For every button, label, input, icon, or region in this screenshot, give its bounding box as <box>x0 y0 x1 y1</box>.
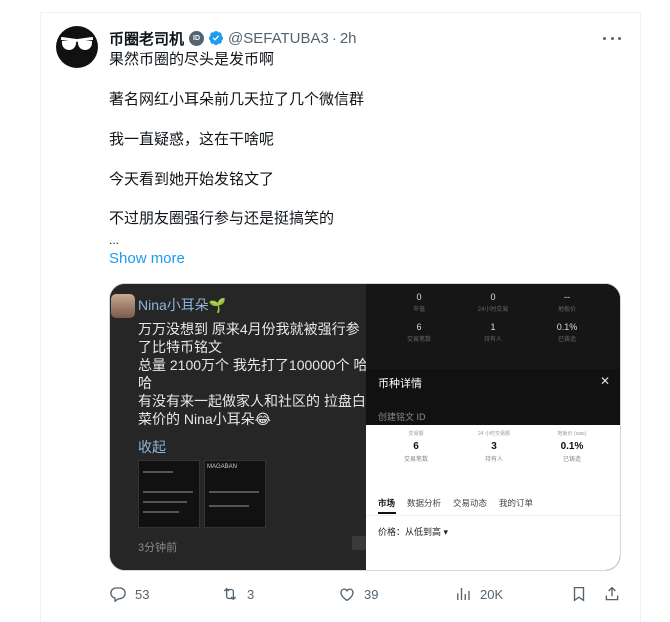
tab-orders: 我的订单 <box>499 498 534 508</box>
reply-icon <box>110 587 126 603</box>
media-image-left[interactable]: Nina小耳朵🌱 万万没想到 原来4月份我就被强行参 了比特币铭文 总量 210… <box>110 284 366 570</box>
post-text-line: 有没有来一起做家人和社区的 拉盘白 <box>138 393 366 409</box>
verified-icon <box>208 30 224 46</box>
active-tab-indicator <box>378 512 396 514</box>
handle[interactable]: @SEFATUBA3 <box>228 30 329 47</box>
share-button[interactable] <box>603 584 629 604</box>
stat-item: 0 市值 <box>412 292 425 313</box>
token-stats-panel: 0 市值 0 24小时交易 -- 地板价 6 交易笔数 1 持有人 0.1% 已铸造 <box>366 284 620 369</box>
timestamp[interactable]: 2h <box>340 30 357 47</box>
post-time: 3分钟前 <box>138 542 178 554</box>
post-author: Nina小耳朵🌱 <box>138 297 227 313</box>
id-badge-icon: ID <box>189 30 205 46</box>
tweet-text-line: 不过朋友圈强行参与还是挺搞笑的 <box>109 210 335 227</box>
repost-icon <box>223 587 237 601</box>
stat-item: 1 持有人 <box>483 322 502 343</box>
reply-count: 53 <box>135 586 150 602</box>
media-attachment[interactable]: Nina小耳朵🌱 万万没想到 原来4月份我就被强行参 了比特币铭文 总量 210… <box>109 283 621 571</box>
post-text-line: 菜价的 Nina小耳朵😂 <box>138 411 272 427</box>
close-icon: ✕ <box>599 374 610 388</box>
sort-control: 价格：从低到高 ▾ <box>378 527 449 537</box>
drawer-subtitle: 创建铭文 ID <box>378 412 426 422</box>
separator: · <box>331 29 337 47</box>
post-text-line: 了比特币铭文 <box>138 339 222 355</box>
divider <box>366 515 620 516</box>
repost-count: 3 <box>247 586 255 602</box>
stat-item: 0.1% 已铸造 <box>556 322 578 343</box>
tab-market: 市场 <box>378 498 396 508</box>
drawer-title: 币种详情 <box>378 378 422 390</box>
avatar[interactable] <box>56 26 98 68</box>
detail-stat: 地板价 (sats) 0.1% 已铸造 <box>557 431 587 463</box>
stat-item: -- 地板价 <box>557 292 576 313</box>
media-image-right[interactable]: 0 市值 0 24小时交易 -- 地板价 6 交易笔数 1 持有人 0.1% 已铸造 币种详… <box>366 284 620 570</box>
bookmark-button[interactable] <box>570 584 596 604</box>
post-thumbnail <box>138 460 200 528</box>
heart-icon <box>340 588 354 602</box>
collapse-link: 收起 <box>138 439 166 455</box>
post-text-line: 万万没想到 原来4月份我就被强行参 <box>138 321 360 337</box>
drawer-tabs: 市场 数据分析 交易动态 我的订单 <box>378 497 533 509</box>
stat-item: 6 交易笔数 <box>406 322 431 343</box>
stat-item: 0 24小时交易 <box>477 292 509 313</box>
display-name[interactable]: 币圈老司机 <box>109 28 184 49</box>
tab-activity: 交易动态 <box>453 498 488 508</box>
views-icon <box>457 588 470 600</box>
more-options-icon[interactable] <box>603 30 621 46</box>
view-count: 20K <box>480 586 504 602</box>
like-button[interactable]: 39 <box>338 584 378 604</box>
like-count: 39 <box>364 586 379 602</box>
tweet-text-line: 今天看到她开始发铭文了 <box>109 171 275 188</box>
detail-stat: 交易额 6 交易笔数 <box>403 431 428 463</box>
scroll-handle <box>352 536 366 550</box>
post-text-line: 总量 2100万个 我先打了100000个 哈 <box>138 357 366 373</box>
post-text-line: 哈 <box>138 375 152 391</box>
tab-analytics: 数据分析 <box>407 498 442 508</box>
share-icon <box>605 586 619 601</box>
repost-button[interactable]: 3 <box>221 584 254 604</box>
tweet-actions: 53 3 39 20K <box>109 584 621 604</box>
post-thumbnail <box>204 460 266 528</box>
tweet-text-line: 著名网红小耳朵前几天拉了几个微信群 <box>109 91 365 108</box>
detail-stat: 24 小时交易额 3 持有人 <box>478 431 510 463</box>
post-avatar <box>111 294 135 318</box>
views-button[interactable]: 20K <box>454 584 503 604</box>
tweet-text-line: 果然币圈的尽头是发币啊 <box>109 51 275 68</box>
show-more-link[interactable]: Show more <box>109 250 185 267</box>
tweet-header: 币圈老司机 ID @SEFATUBA3 · 2h <box>109 28 357 48</box>
tweet-text-ellipsis: ... <box>109 233 120 247</box>
thumbnail-caption: MAGABAN <box>207 464 238 470</box>
reply-button[interactable]: 53 <box>109 584 149 604</box>
tweet-text-line: 我一直疑惑，这在干啥呢 <box>109 131 275 148</box>
bookmark-icon <box>573 586 585 602</box>
